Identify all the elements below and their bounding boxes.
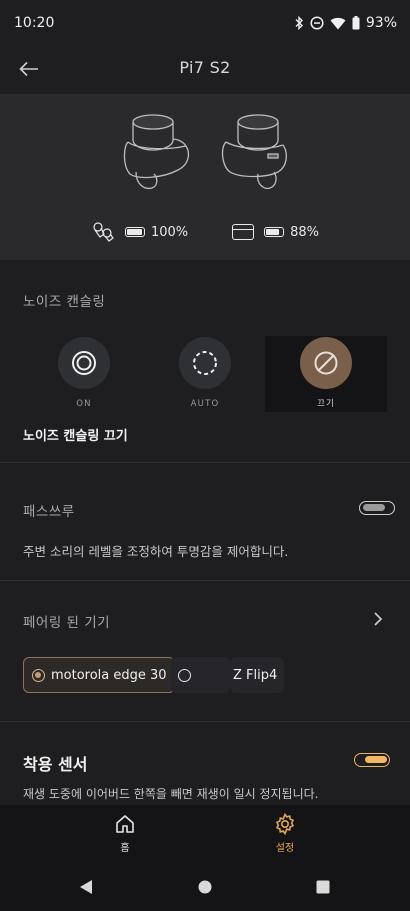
case-battery-bar xyxy=(264,227,285,237)
paired-devices-label: 페어링 된 기기 xyxy=(23,615,111,631)
chevron-right-icon xyxy=(374,612,383,626)
wear-sensor-title: 착용 센서 xyxy=(23,755,88,774)
nc-on-label: ON xyxy=(76,399,92,409)
device-chip-2[interactable] xyxy=(170,657,230,693)
device-name: Z Flip4 xyxy=(233,667,278,683)
system-back-icon[interactable] xyxy=(78,879,94,895)
status-battery-percent: 93% xyxy=(365,15,397,31)
passthrough-label: 패스쓰루 xyxy=(23,504,75,520)
earbuds-battery: 100% xyxy=(91,221,188,243)
noise-cancelling-label: 노이즈 캔슬링 xyxy=(23,294,106,310)
gear-icon xyxy=(275,813,295,835)
divider xyxy=(0,580,410,581)
radio-selected xyxy=(32,668,45,682)
nc-option-auto[interactable]: AUTO xyxy=(150,337,260,412)
divider xyxy=(0,462,410,463)
charging-case-icon xyxy=(232,224,255,240)
device-name: motorola edge 30 xyxy=(51,667,167,683)
battery-icon xyxy=(352,16,360,30)
nc-option-on[interactable]: ON xyxy=(29,337,139,412)
app-bar: Pi7 S2 xyxy=(0,46,410,94)
nc-option-off[interactable]: 끄기 xyxy=(265,336,387,412)
nc-on-button[interactable] xyxy=(58,337,110,389)
page-title: Pi7 S2 xyxy=(179,58,231,77)
toggle-knob xyxy=(363,504,385,511)
paired-devices-more-button[interactable] xyxy=(372,611,384,631)
concentric-circle-icon xyxy=(72,351,96,375)
device-hero: 100% 88% xyxy=(0,94,410,260)
nc-auto-label: AUTO xyxy=(190,399,220,409)
home-icon xyxy=(116,815,134,833)
bottom-nav: 홈 설정 xyxy=(0,805,410,862)
radio-unselected xyxy=(178,668,191,682)
nav-settings-label: 설정 xyxy=(275,843,295,854)
battery-status: 100% 88% xyxy=(0,218,410,246)
status-icons: 93% xyxy=(294,15,397,31)
nc-status-text: 노이즈 캔슬링 끄기 xyxy=(23,429,128,444)
case-battery: 88% xyxy=(232,224,319,240)
nc-off-label: 끄기 xyxy=(316,399,336,409)
device-chip-zflip4[interactable]: Z Flip4 xyxy=(230,657,285,693)
earbuds-battery-level: 100% xyxy=(150,224,189,240)
system-home-icon[interactable] xyxy=(197,879,213,895)
passthrough-description: 주변 소리의 레벨을 조정하여 투명감을 제어합니다. xyxy=(23,544,289,559)
nc-off-button[interactable] xyxy=(300,337,352,389)
earbuds-battery-bar xyxy=(124,227,145,237)
divider xyxy=(0,721,410,722)
wifi-icon xyxy=(330,17,346,29)
passthrough-toggle[interactable] xyxy=(359,501,395,515)
do-not-disturb-icon xyxy=(310,16,324,30)
wear-sensor-toggle[interactable] xyxy=(354,753,390,767)
earbuds-image xyxy=(123,114,287,190)
slash-circle-icon xyxy=(314,351,338,375)
toggle-knob xyxy=(365,756,387,763)
bluetooth-icon xyxy=(295,16,303,30)
status-time: 10:20 xyxy=(14,15,55,31)
case-battery-level: 88% xyxy=(290,224,320,240)
nav-home[interactable]: 홈 xyxy=(95,813,155,854)
dashed-circle-icon xyxy=(193,351,217,375)
status-bar: 10:20 93% xyxy=(0,0,410,46)
system-recents-icon[interactable] xyxy=(315,879,331,895)
system-nav-bar xyxy=(0,862,410,911)
nav-settings[interactable]: 설정 xyxy=(255,813,315,854)
wear-sensor-description: 재생 도중에 이어버드 한쪽을 빼면 재생이 일시 정지됩니다. xyxy=(23,787,319,801)
nc-auto-button[interactable] xyxy=(179,337,231,389)
device-chip-motorola[interactable]: motorola edge 30 xyxy=(23,657,175,693)
nav-home-label: 홈 xyxy=(120,843,130,854)
earbuds-icon xyxy=(93,222,114,242)
